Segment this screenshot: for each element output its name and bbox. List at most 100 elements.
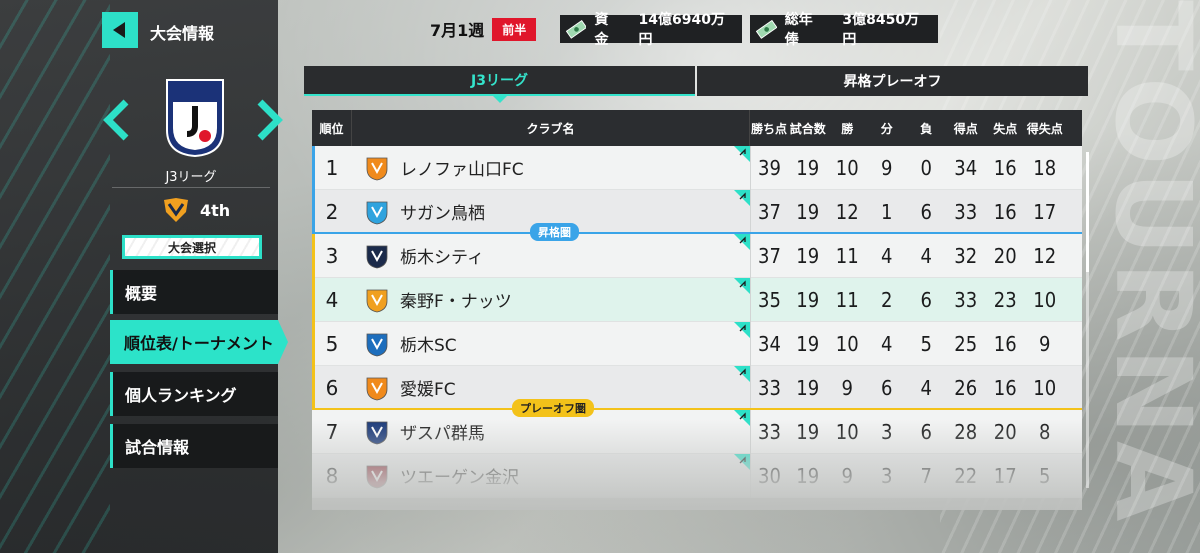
rank-text: 4th xyxy=(200,200,231,220)
club-detail-arrow-icon[interactable] xyxy=(734,145,750,162)
cell-lost: 6 xyxy=(920,199,932,224)
tab-j3-league[interactable]: J3リーグ xyxy=(304,66,695,103)
cell-goal-difference: 18 xyxy=(1033,155,1057,180)
cell-drawn: 9 xyxy=(881,155,893,180)
cell-won: 10 xyxy=(835,155,859,180)
sidebar-decoration xyxy=(0,0,110,553)
club-detail-arrow-icon[interactable] xyxy=(734,321,750,338)
previous-league-icon[interactable] xyxy=(102,98,132,142)
club-detail-arrow-icon[interactable] xyxy=(734,233,750,250)
cell-played: 19 xyxy=(796,419,820,444)
club-detail-arrow-icon[interactable] xyxy=(734,365,750,382)
cell-points: 33 xyxy=(750,365,788,410)
tab-promotion-playoff[interactable]: 昇格プレーオフ xyxy=(697,66,1088,96)
promotion-zone-badge: 昇格圏 xyxy=(530,223,579,241)
table-row[interactable]: 6 愛媛FC 33 19 9 6 4 26 16 10 プレーオフ圏 xyxy=(312,365,1082,417)
cell-played: 19 xyxy=(796,287,820,312)
table-header: 順位 クラブ名 勝ち点 試合数 勝 分 負 得点 失点 得失点 xyxy=(312,110,1082,146)
salary-value: 3億8450万円 xyxy=(842,12,920,48)
cell-goals-against: 20 xyxy=(993,243,1017,268)
table-row[interactable]: 5 栃木SC 34 19 10 4 5 25 16 9 xyxy=(312,321,1082,366)
cell-lost: 0 xyxy=(920,155,932,180)
money-icon xyxy=(756,19,777,39)
menu-match-info[interactable]: 試合情報 xyxy=(110,424,278,468)
league-logo-icon xyxy=(166,79,224,158)
table-row[interactable]: 4 秦野F・ナッツ 35 19 11 2 6 33 23 10 xyxy=(312,277,1082,322)
header-drawn: 分 xyxy=(880,121,893,136)
cell-drawn: 3 xyxy=(881,463,893,488)
cell-goal-difference: 9 xyxy=(1039,331,1051,356)
cell-won: 12 xyxy=(835,199,859,224)
cell-played: 19 xyxy=(796,463,820,488)
cell-goals-against: 16 xyxy=(993,331,1017,356)
cell-lost: 6 xyxy=(920,287,932,312)
club-detail-arrow-icon[interactable] xyxy=(734,409,750,426)
cell-goal-difference: 10 xyxy=(1033,375,1057,400)
header-lost: 負 xyxy=(920,121,933,136)
menu-player-ranking[interactable]: 個人ランキング xyxy=(110,372,278,416)
table-scroll-thumb[interactable] xyxy=(1086,152,1089,272)
cell-won: 9 xyxy=(841,463,853,488)
cell-goal-difference: 8 xyxy=(1039,419,1051,444)
cell-rank: 8 xyxy=(325,463,339,488)
cell-goals-for: 28 xyxy=(954,419,978,444)
next-league-icon[interactable] xyxy=(254,98,284,142)
cell-goals-for: 22 xyxy=(954,463,978,488)
back-button[interactable] xyxy=(102,12,138,48)
money-icon xyxy=(566,19,587,39)
cell-goal-difference: 5 xyxy=(1039,463,1051,488)
header-won: 勝 xyxy=(841,121,854,136)
cell-club: レノファ山口FC xyxy=(352,145,750,190)
promotion-zone-bar xyxy=(312,146,315,190)
club-emblem-icon xyxy=(366,465,388,488)
cell-rank: 3 xyxy=(325,243,339,268)
table-row[interactable]: 1 レノファ山口FC 39 19 10 9 0 34 16 18 xyxy=(312,145,1082,190)
cell-rank: 6 xyxy=(325,375,339,400)
club-rank: 4th xyxy=(162,195,230,225)
cell-drawn: 6 xyxy=(881,375,893,400)
cell-drawn: 3 xyxy=(881,419,893,444)
playoff-zone-badge: プレーオフ圏 xyxy=(512,399,594,417)
cell-goals-for: 26 xyxy=(954,375,978,400)
club-emblem-icon xyxy=(366,377,388,400)
cell-goal-difference: 17 xyxy=(1033,199,1057,224)
funds-display: 資金 14億6940万円 xyxy=(560,12,742,48)
cell-points: 39 xyxy=(750,145,788,190)
menu-overview[interactable]: 概要 xyxy=(110,270,278,314)
club-detail-arrow-icon[interactable] xyxy=(734,453,750,470)
table-row[interactable]: 8 ツエーゲン金沢 30 19 9 3 7 22 17 5 xyxy=(312,453,1082,498)
club-name: ザスパ群馬 xyxy=(400,424,485,444)
cell-drawn: 4 xyxy=(881,243,893,268)
cell-goal-difference: 12 xyxy=(1033,243,1057,268)
table-row[interactable]: 7 ザスパ群馬 33 19 10 3 6 28 20 8 xyxy=(312,409,1082,454)
cell-won: 10 xyxy=(835,419,859,444)
cell-played: 19 xyxy=(796,199,820,224)
cell-lost: 5 xyxy=(920,331,932,356)
table-row[interactable]: 3 栃木シティ 37 19 11 4 4 32 20 12 xyxy=(312,233,1082,278)
cell-goals-for: 33 xyxy=(954,287,978,312)
cell-won: 11 xyxy=(835,243,859,268)
competition-select-button[interactable]: 大会選択 xyxy=(122,235,262,259)
menu-standings[interactable]: 順位表/トーナメント xyxy=(110,320,288,364)
club-name: サガン鳥栖 xyxy=(400,204,485,224)
week-text: 7月1週 xyxy=(430,21,485,40)
cell-rank: 4 xyxy=(325,287,339,312)
cell-points: 35 xyxy=(750,277,788,322)
header-goals-for: 得点 xyxy=(953,121,978,136)
club-detail-arrow-icon[interactable] xyxy=(734,189,750,206)
cell-points: 34 xyxy=(750,321,788,366)
cell-lost: 6 xyxy=(920,419,932,444)
cell-lost: 4 xyxy=(920,375,932,400)
club-name: 栃木シティ xyxy=(400,248,484,268)
cell-points: 37 xyxy=(750,189,788,234)
table-row[interactable]: 2 サガン鳥栖 37 19 12 1 6 33 16 17 昇格圏 xyxy=(312,189,1082,241)
cell-drawn: 2 xyxy=(881,287,893,312)
week-indicator: 7月1週 前半 xyxy=(430,15,537,43)
funds-value: 14億6940万円 xyxy=(638,12,725,48)
cell-lost: 4 xyxy=(920,243,932,268)
league-tabs: J3リーグ 昇格プレーオフ xyxy=(304,66,1088,103)
club-detail-arrow-icon[interactable] xyxy=(734,277,750,294)
cell-rank: 1 xyxy=(325,155,339,180)
playoff-zone-bar xyxy=(312,366,315,410)
cell-drawn: 4 xyxy=(881,331,893,356)
